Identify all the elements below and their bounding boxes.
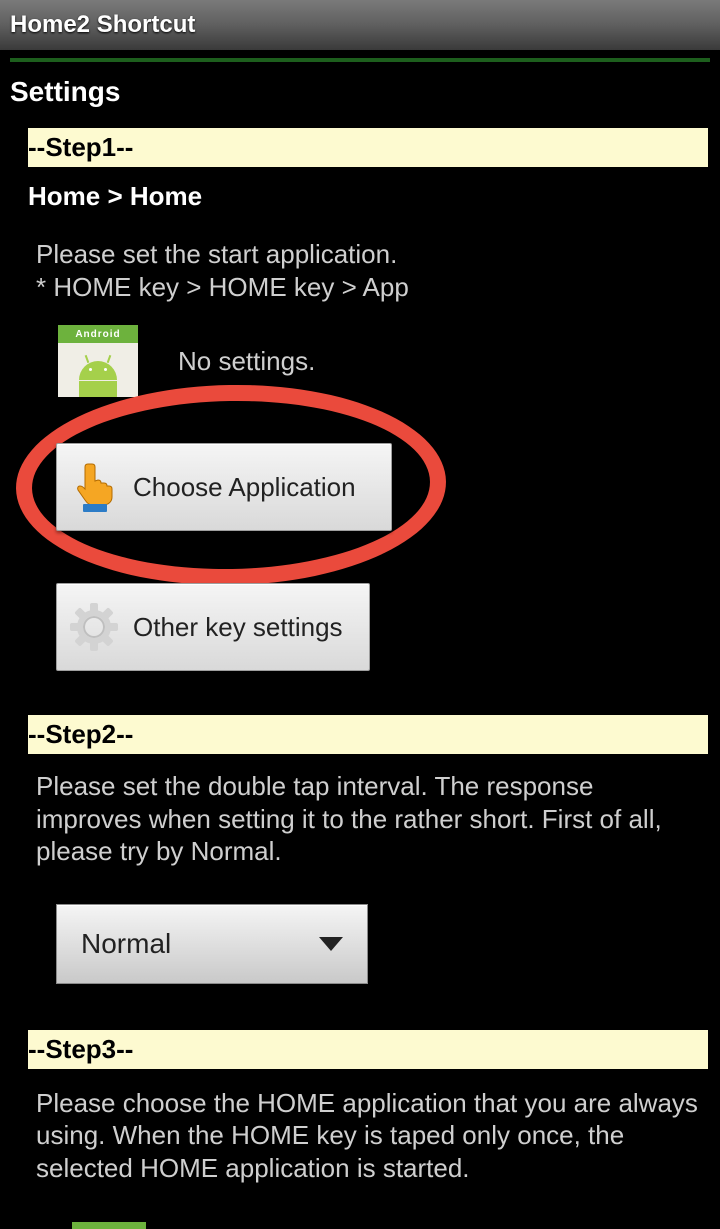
step3-header: --Step3-- [28, 1030, 708, 1069]
other-key-settings-label: Other key settings [133, 612, 343, 643]
step1-status: No settings. [178, 346, 315, 377]
android-app-icon: Android [58, 325, 138, 397]
step2-header: --Step2-- [28, 715, 708, 754]
step1-header: --Step1-- [28, 128, 708, 167]
other-key-settings-button[interactable]: Other key settings [56, 583, 370, 671]
step1-description: Please set the start application. * HOME… [12, 220, 708, 313]
interval-dropdown-value: Normal [81, 928, 171, 960]
android-app-icon-partial [72, 1222, 146, 1229]
app-title: Home2 Shortcut [10, 11, 195, 39]
choose-application-button[interactable]: Choose Application [56, 443, 392, 531]
title-bar: Home2 Shortcut [0, 0, 720, 50]
chevron-down-icon [319, 937, 343, 951]
breadcrumb: Home > Home [12, 173, 708, 220]
step2-description: Please set the double tap interval. The … [12, 760, 708, 878]
pointing-hand-icon [69, 462, 119, 512]
choose-application-label: Choose Application [133, 472, 356, 503]
step3-description: Please choose the HOME application that … [12, 1075, 708, 1195]
interval-dropdown[interactable]: Normal [56, 904, 368, 984]
gear-icon [69, 602, 119, 652]
page-title: Settings [0, 62, 720, 118]
